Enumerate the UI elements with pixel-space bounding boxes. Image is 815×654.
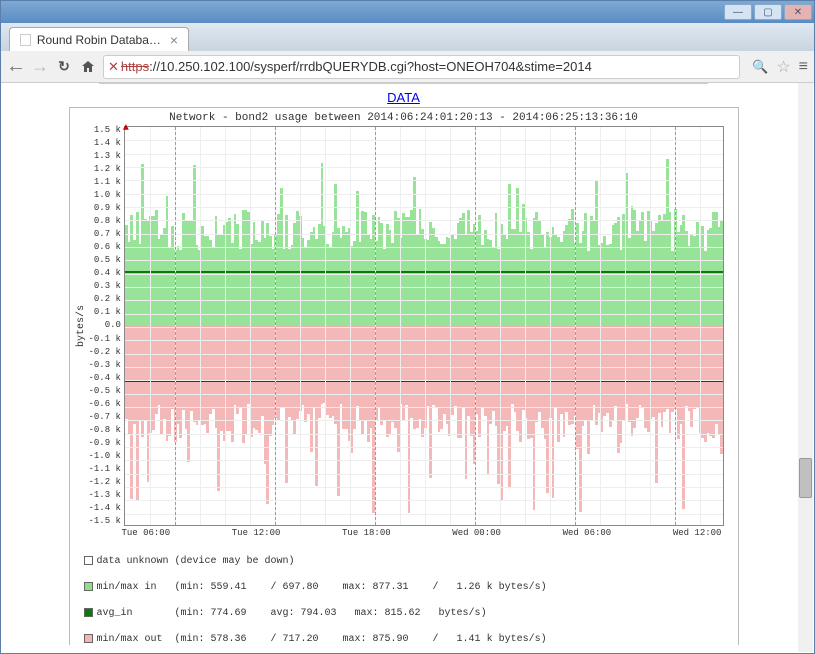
legend-swatch-minmax-in xyxy=(84,582,93,591)
y-tick: 0.5 k xyxy=(89,256,121,265)
x-axis-ticks: Tue 06:00 Tue 12:00 Tue 18:00 Wed 00:00 Wed … xyxy=(122,526,722,538)
chart-legend: data unknown (device may be down) min/ma… xyxy=(74,538,734,645)
y-tick: -1.4 k xyxy=(89,504,121,513)
page-content: DATA Network - bond2 usage between 2014:… xyxy=(9,83,798,645)
rrd-chart: Network - bond2 usage between 2014:06:24… xyxy=(69,107,739,645)
legend-minmax-in: min/max in (min: 559.41 / 697.80 max: 87… xyxy=(97,582,547,593)
legend-swatch-minmax-out xyxy=(84,634,93,643)
tab-strip: Round Robin Database Qu × xyxy=(1,23,814,51)
forward-button[interactable]: → xyxy=(31,58,49,76)
y-tick: 1.5 k xyxy=(89,126,121,135)
y-tick: -1.1 k xyxy=(89,465,121,474)
maximize-button[interactable]: ▢ xyxy=(754,4,782,20)
legend-swatch-unknown xyxy=(84,556,93,565)
x-tick: Tue 18:00 xyxy=(342,528,391,538)
y-tick: 0.7 k xyxy=(89,230,121,239)
y-tick: 0.4 k xyxy=(89,269,121,278)
y-tick: 0.1 k xyxy=(89,308,121,317)
y-tick: -1.2 k xyxy=(89,478,121,487)
address-bar[interactable]: ✕ https ://10.250.102.100/sysperf/rrdbQU… xyxy=(103,55,740,79)
y-tick: -0.4 k xyxy=(89,374,121,383)
chart-title: Network - bond2 usage between 2014:06:24… xyxy=(74,110,734,126)
favicon-icon xyxy=(20,34,31,46)
search-icon[interactable]: 🔍 xyxy=(752,59,768,75)
browser-toolbar: ← → ↻ ✕ https ://10.250.102.100/sysperf/… xyxy=(1,51,814,83)
x-tick: Wed 00:00 xyxy=(452,528,501,538)
y-tick: -1.0 k xyxy=(89,452,121,461)
scrollbar-thumb[interactable] xyxy=(799,458,812,498)
y-tick: 1.2 k xyxy=(89,165,121,174)
y-tick: -1.5 k xyxy=(89,517,121,526)
x-tick: Tue 12:00 xyxy=(232,528,281,538)
minimize-button[interactable]: — xyxy=(724,4,752,20)
y-tick: -1.3 k xyxy=(89,491,121,500)
y-tick: 0.8 k xyxy=(89,217,121,226)
y-tick: -0.3 k xyxy=(89,361,121,370)
close-button[interactable]: ✕ xyxy=(784,4,812,20)
back-button[interactable]: ← xyxy=(7,58,25,76)
y-tick: -0.5 k xyxy=(89,387,121,396)
data-link[interactable]: DATA xyxy=(9,90,798,105)
bars-input xyxy=(125,127,723,326)
y-tick: -0.2 k xyxy=(89,348,121,357)
vertical-scrollbar[interactable] xyxy=(798,83,813,652)
url-scheme: https xyxy=(121,59,149,74)
y-tick: -0.1 k xyxy=(89,335,121,344)
y-tick: 0.0 xyxy=(89,321,121,330)
x-tick: Wed 12:00 xyxy=(673,528,722,538)
y-tick: 1.3 k xyxy=(89,152,121,161)
x-tick: Wed 06:00 xyxy=(563,528,612,538)
plot-canvas: ▲ xyxy=(124,126,724,526)
window-titlebar: — ▢ ✕ xyxy=(1,1,814,23)
y-tick: 0.2 k xyxy=(89,295,121,304)
legend-avg-in: avg_in (min: 774.69 avg: 794.03 max: 815… xyxy=(97,608,487,619)
y-tick: 0.3 k xyxy=(89,282,121,291)
x-tick: Tue 06:00 xyxy=(122,528,171,538)
y-tick: -0.9 k xyxy=(89,439,121,448)
tab-close-icon[interactable]: × xyxy=(170,32,178,48)
legend-swatch-avg-in xyxy=(84,608,93,617)
browser-window: — ▢ ✕ Round Robin Database Qu × ← → ↻ ✕ … xyxy=(0,0,815,654)
y-tick: 0.9 k xyxy=(89,204,121,213)
bookmark-star-icon[interactable]: ☆ xyxy=(776,57,790,77)
y-tick: -0.6 k xyxy=(89,400,121,409)
legend-minmax-out: min/max out (min: 578.36 / 717.20 max: 8… xyxy=(97,634,547,645)
y-tick: -0.8 k xyxy=(89,426,121,435)
y-axis-ticks: 1.5 k 1.4 k 1.3 k 1.2 k 1.1 k 1.0 k 0.9 k 0.8 k… xyxy=(89,126,124,526)
reload-button[interactable]: ↻ xyxy=(55,58,73,76)
menu-icon[interactable]: ≡ xyxy=(799,58,808,76)
browser-tab[interactable]: Round Robin Database Qu × xyxy=(9,27,189,51)
y-tick: 0.6 k xyxy=(89,243,121,252)
bars-output xyxy=(125,326,723,525)
divider xyxy=(99,83,708,84)
url-text: ://10.250.102.100/sysperf/rrdbQUERYDB.cg… xyxy=(149,59,592,74)
tab-title: Round Robin Database Qu xyxy=(37,33,164,47)
y-axis-label: bytes/s xyxy=(74,126,89,526)
insecure-icon: ✕ xyxy=(108,59,119,75)
home-button[interactable] xyxy=(79,58,97,76)
y-tick: 1.0 k xyxy=(89,191,121,200)
y-tick: 1.1 k xyxy=(89,178,121,187)
y-tick: 1.4 k xyxy=(89,139,121,148)
legend-unknown: data unknown (device may be down) xyxy=(97,556,295,567)
y-tick: -0.7 k xyxy=(89,413,121,422)
